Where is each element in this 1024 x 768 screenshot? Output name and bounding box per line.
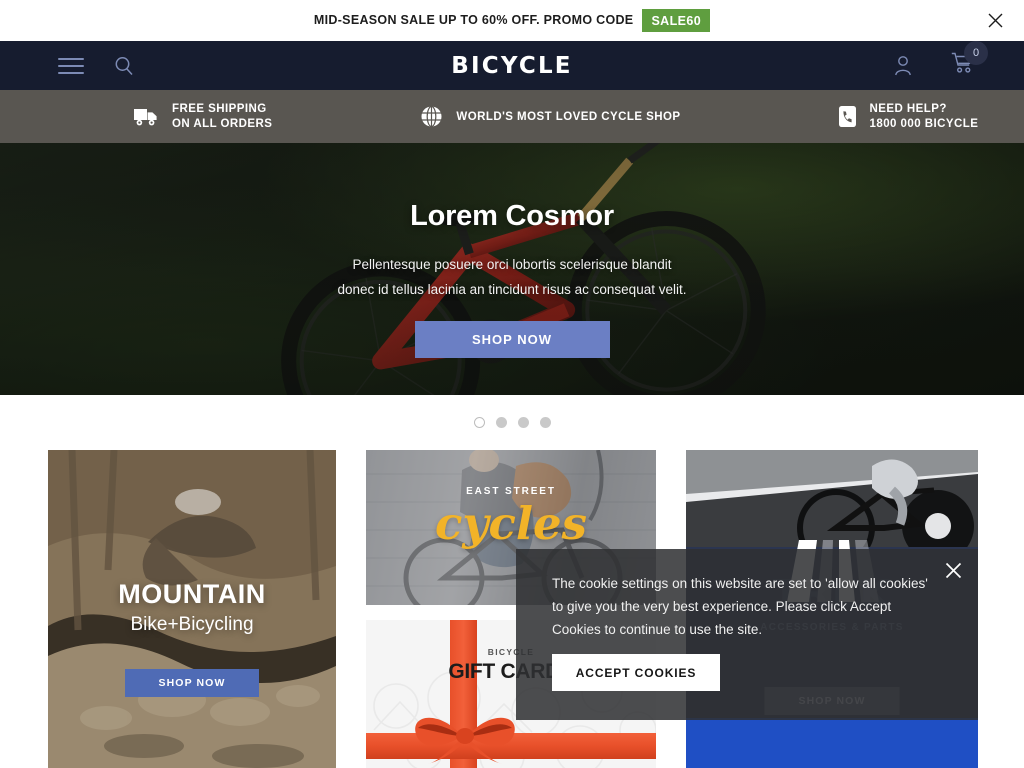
promo-bar: MID-SEASON SALE UP TO 60% OFF. PROMO COD…	[0, 0, 1024, 41]
cart-count-badge: 0	[964, 41, 988, 65]
mountain-shop-now-button[interactable]: SHOP NOW	[125, 669, 259, 697]
hero-subtitle-line-2: donec id tellus lacinia an tincidunt ris…	[337, 282, 687, 297]
phone-icon	[838, 106, 856, 127]
hero-banner: Lorem Cosmor Pellentesque posuere orci l…	[0, 143, 1024, 395]
accept-cookies-button[interactable]: ACCEPT COOKIES	[552, 654, 720, 691]
carousel-dot-2[interactable]	[495, 417, 507, 428]
hero-subtitle: Pellentesque posuere orci lobortis scele…	[338, 252, 687, 302]
hero-content: Lorem Cosmor Pellentesque posuere orci l…	[0, 143, 1024, 395]
carousel-dots	[0, 395, 1024, 450]
user-account-icon[interactable]	[893, 55, 913, 76]
navbar-right-group: 0	[893, 41, 988, 79]
benefit-cycle-shop-text: WORLD'S MOST LOVED CYCLE SHOP	[456, 110, 681, 123]
benefit-line-2: ON ALL ORDERS	[172, 117, 273, 130]
benefit-line-1: FREE SHIPPING	[172, 102, 267, 115]
column-left: MOUNTAIN Bike+Bicycling SHOP NOW	[48, 450, 336, 768]
search-icon[interactable]	[114, 56, 134, 76]
hero-title: Lorem Cosmor	[410, 200, 614, 232]
promo-message: MID-SEASON SALE UP TO 60% OFF. PROMO COD…	[313, 9, 711, 32]
site-logo[interactable]: BICYCLE	[451, 53, 572, 79]
mountain-title: MOUNTAIN	[118, 579, 266, 609]
hero-subtitle-line-1: Pellentesque posuere orci lobortis scele…	[352, 257, 672, 272]
carousel-dot-1[interactable]	[473, 417, 485, 428]
trek-bottom-band	[686, 718, 978, 768]
cycles-script-label: cycles	[434, 497, 587, 550]
benefit-cycle-shop: WORLD'S MOST LOVED CYCLE SHOP	[420, 105, 680, 128]
benefit-need-help: NEED HELP? 1800 000 BICYCLE	[838, 102, 979, 132]
gift-bow-icon	[415, 717, 515, 764]
promo-code-badge[interactable]: SALE60	[642, 9, 711, 32]
carousel-dot-4[interactable]	[539, 417, 551, 428]
globe-icon	[421, 105, 442, 128]
benefit-free-shipping: FREE SHIPPING ON ALL ORDERS	[133, 102, 272, 132]
mountain-subtitle: Bike+Bicycling	[130, 614, 254, 635]
hero-shop-now-button[interactable]: SHOP NOW	[414, 321, 610, 358]
cookie-close-icon[interactable]	[942, 559, 964, 581]
card-mountain[interactable]: MOUNTAIN Bike+Bicycling SHOP NOW	[48, 450, 336, 768]
carousel-dot-3[interactable]	[517, 417, 529, 428]
promo-message-text: MID-SEASON SALE UP TO 60% OFF. PROMO COD…	[313, 12, 634, 27]
navbar-left-group	[58, 53, 134, 79]
card-mountain-content: MOUNTAIN Bike+Bicycling SHOP NOW	[48, 450, 336, 768]
benefit-free-shipping-text: FREE SHIPPING ON ALL ORDERS	[172, 102, 272, 132]
benefit-line-1: NEED HELP?	[869, 102, 947, 115]
benefit-line-2: 1800 000 BICYCLE	[869, 117, 979, 130]
cart-button[interactable]: 0	[951, 41, 988, 79]
trek-cyclist-photo	[686, 450, 978, 547]
promo-close-icon[interactable]	[984, 10, 1006, 32]
east-street-cycles-text: EAST STREET cycles	[366, 486, 656, 550]
cookie-message: The cookie settings on this website are …	[552, 576, 928, 637]
cookie-consent-banner: The cookie settings on this website are …	[516, 549, 978, 720]
benefit-need-help-text: NEED HELP? 1800 000 BICYCLE	[870, 102, 979, 132]
hamburger-menu-icon[interactable]	[58, 53, 84, 79]
delivery-truck-icon	[134, 109, 157, 126]
road-cyclist-image	[686, 450, 978, 547]
benefits-bar: FREE SHIPPING ON ALL ORDERS WORLD'S MOST…	[0, 90, 1024, 143]
main-navbar: BICYCLE 0	[0, 41, 1024, 90]
east-street-label: EAST STREET	[466, 486, 556, 497]
